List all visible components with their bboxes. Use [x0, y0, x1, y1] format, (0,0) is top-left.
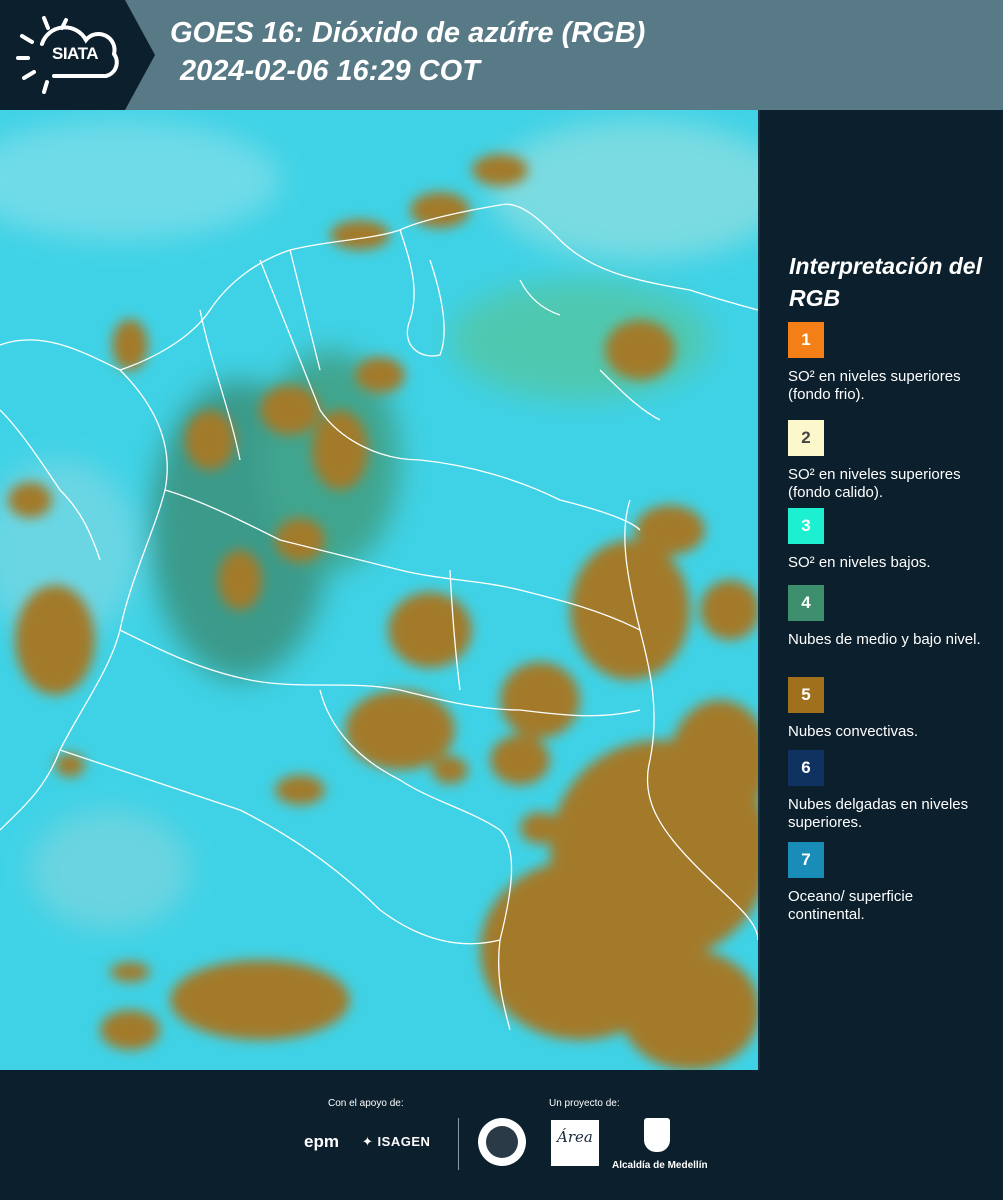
legend-item-5: 5 Nubes convectivas. [788, 677, 993, 741]
legend-label-3: SO² en niveles bajos. [788, 554, 931, 571]
seal-icon [486, 1126, 518, 1158]
legend-label-7: Oceano/ superficie continental. [788, 888, 914, 923]
legend-number-1: 1 [801, 330, 811, 349]
page-title: GOES 16: Dióxido de azúfre (RGB) 2024-02… [170, 14, 645, 90]
amva-text: Área [557, 1128, 593, 1146]
epm-logo[interactable]: epm [304, 1132, 339, 1152]
legend-label-6: Nubes delgadas en niveles superiores. [788, 796, 969, 831]
legend-item-1: 1 SO² en niveles superiores (fondo frio)… [788, 322, 993, 404]
legend-label-2: SO² en niveles superiores (fondo calido)… [788, 466, 961, 501]
legend-swatch-4: 4 [788, 585, 824, 621]
satellite-map[interactable] [0, 110, 758, 1070]
project-label: Un proyecto de: [549, 1098, 620, 1109]
title-product: GOES 16: Dióxido de azúfre (RGB) [170, 17, 646, 49]
legend-number-3: 3 [801, 516, 811, 535]
legend-swatch-5: 5 [788, 677, 824, 713]
legend-title: Interpretación del RGB [789, 253, 982, 311]
legend-swatch-2: 2 [788, 420, 824, 456]
legend-number-7: 7 [801, 850, 811, 869]
legend-number-6: 6 [801, 758, 811, 777]
legend-number-4: 4 [801, 593, 811, 612]
legend-item-4: 4 Nubes de medio y bajo nivel. [788, 585, 993, 649]
siata-logo[interactable]: SIATA [0, 0, 155, 110]
title-timestamp: 2024-02-06 16:29 COT [180, 55, 480, 87]
legend-number-2: 2 [801, 428, 811, 447]
isagen-text: ISAGEN [377, 1134, 431, 1149]
legend-number-5: 5 [801, 685, 811, 704]
legend-panel: Interpretación del RGB 1 SO² en niveles … [760, 110, 1003, 1070]
header: SIATA GOES 16: Dióxido de azúfre (RGB) 2… [0, 0, 1003, 110]
area-metropolitana-logo[interactable]: Área [551, 1120, 599, 1166]
support-label: Con el apoyo de: [328, 1098, 404, 1109]
legend-label-5: Nubes convectivas. [788, 723, 919, 740]
map-svg [0, 120, 758, 1070]
legend-swatch-1: 1 [788, 322, 824, 358]
legend-swatch-3: 3 [788, 508, 824, 544]
alcaldia-shield-icon[interactable] [644, 1118, 670, 1152]
legend-label-1: SO² en niveles superiores (fondo frio). [788, 368, 961, 403]
legend-item-3: 3 SO² en niveles bajos. [788, 508, 993, 572]
footer: Con el apoyo de: Un proyecto de: epm ✦ I… [0, 1070, 1003, 1200]
medellin-seal-logo[interactable] [478, 1118, 526, 1166]
legend-item-7: 7 Oceano/ superficie continental. [788, 842, 993, 924]
isagen-logo[interactable]: ✦ ISAGEN [362, 1134, 430, 1150]
legend-swatch-6: 6 [788, 750, 824, 786]
isagen-mark-icon: ✦ [362, 1134, 374, 1149]
footer-divider [458, 1118, 459, 1170]
legend-item-2: 2 SO² en niveles superiores (fondo calid… [788, 420, 993, 502]
alcaldia-text: Alcaldía de Medellín [612, 1160, 708, 1171]
legend-item-6: 6 Nubes delgadas en niveles superiores. [788, 750, 993, 832]
legend-label-4: Nubes de medio y bajo nivel. [788, 631, 981, 648]
logo-text: SIATA [52, 44, 98, 63]
legend-swatch-7: 7 [788, 842, 824, 878]
